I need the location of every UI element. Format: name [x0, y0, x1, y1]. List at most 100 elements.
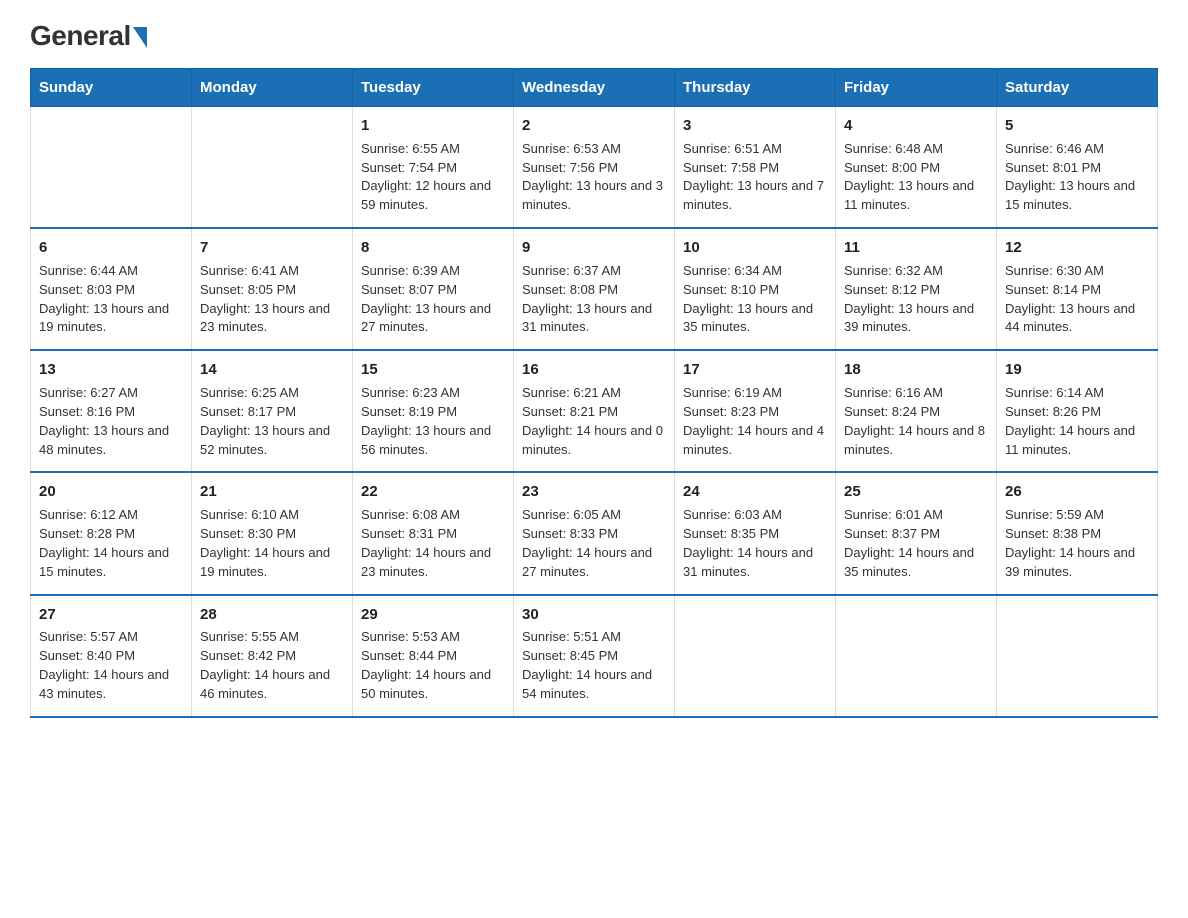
day-number: 23 [522, 481, 666, 503]
calendar-header: SundayMondayTuesdayWednesdayThursdayFrid… [31, 69, 1158, 107]
calendar-cell: 20 Sunrise: 6:12 AMSunset: 8:28 PMDayligh… [31, 472, 192, 594]
calendar-cell: 4 Sunrise: 6:48 AMSunset: 8:00 PMDaylight… [836, 107, 997, 229]
weekday-header-wednesday: Wednesday [514, 69, 675, 107]
weekday-header-sunday: Sunday [31, 69, 192, 107]
calendar-cell [192, 107, 353, 229]
day-info: Sunrise: 5:59 AMSunset: 8:38 PMDaylight:… [1005, 506, 1149, 581]
day-number: 13 [39, 359, 183, 381]
day-number: 29 [361, 604, 505, 626]
calendar-cell [997, 595, 1158, 717]
day-info: Sunrise: 6:51 AMSunset: 7:58 PMDaylight:… [683, 140, 827, 215]
calendar-cell: 17 Sunrise: 6:19 AMSunset: 8:23 PMDayligh… [675, 350, 836, 472]
day-number: 2 [522, 115, 666, 137]
calendar-cell [836, 595, 997, 717]
weekday-header-saturday: Saturday [997, 69, 1158, 107]
day-info: Sunrise: 5:57 AMSunset: 8:40 PMDaylight:… [39, 628, 183, 703]
logo-general: General [30, 20, 147, 52]
calendar-cell: 8 Sunrise: 6:39 AMSunset: 8:07 PMDaylight… [353, 228, 514, 350]
calendar-cell: 9Sunrise: 6:37 AMSunset: 8:08 PMDaylight… [514, 228, 675, 350]
calendar-cell: 7 Sunrise: 6:41 AMSunset: 8:05 PMDaylight… [192, 228, 353, 350]
day-info: Sunrise: 6:44 AMSunset: 8:03 PMDaylight:… [39, 262, 183, 337]
day-number: 5 [1005, 115, 1149, 137]
day-number: 30 [522, 604, 666, 626]
day-number: 26 [1005, 481, 1149, 503]
calendar-cell [31, 107, 192, 229]
calendar-cell: 23Sunrise: 6:05 AMSunset: 8:33 PMDayligh… [514, 472, 675, 594]
page-header: General [30, 20, 1158, 48]
calendar-cell: 11Sunrise: 6:32 AMSunset: 8:12 PMDayligh… [836, 228, 997, 350]
day-number: 15 [361, 359, 505, 381]
calendar-cell: 2Sunrise: 6:53 AMSunset: 7:56 PMDaylight… [514, 107, 675, 229]
calendar-cell [675, 595, 836, 717]
calendar-cell: 22 Sunrise: 6:08 AMSunset: 8:31 PMDayligh… [353, 472, 514, 594]
day-info: Sunrise: 6:10 AMSunset: 8:30 PMDaylight:… [200, 506, 344, 581]
day-info: Sunrise: 6:34 AMSunset: 8:10 PMDaylight:… [683, 262, 827, 337]
week-row: 27Sunrise: 5:57 AMSunset: 8:40 PMDayligh… [31, 595, 1158, 717]
calendar-cell: 12Sunrise: 6:30 AMSunset: 8:14 PMDayligh… [997, 228, 1158, 350]
day-info: Sunrise: 6:48 AMSunset: 8:00 PMDaylight:… [844, 140, 988, 215]
day-info: Sunrise: 6:30 AMSunset: 8:14 PMDaylight:… [1005, 262, 1149, 337]
day-number: 9 [522, 237, 666, 259]
calendar-cell: 28Sunrise: 5:55 AMSunset: 8:42 PMDayligh… [192, 595, 353, 717]
day-info: Sunrise: 6:16 AMSunset: 8:24 PMDaylight:… [844, 384, 988, 459]
calendar-cell: 25 Sunrise: 6:01 AMSunset: 8:37 PMDayligh… [836, 472, 997, 594]
weekday-header-tuesday: Tuesday [353, 69, 514, 107]
calendar-cell: 1 Sunrise: 6:55 AMSunset: 7:54 PMDaylight… [353, 107, 514, 229]
calendar-cell: 13 Sunrise: 6:27 AMSunset: 8:16 PMDayligh… [31, 350, 192, 472]
day-number: 18 [844, 359, 988, 381]
day-number: 10 [683, 237, 827, 259]
day-info: Sunrise: 6:55 AMSunset: 7:54 PMDaylight:… [361, 140, 505, 215]
day-number: 1 [361, 115, 505, 137]
calendar-cell: 18 Sunrise: 6:16 AMSunset: 8:24 PMDayligh… [836, 350, 997, 472]
day-number: 17 [683, 359, 827, 381]
calendar-cell: 24Sunrise: 6:03 AMSunset: 8:35 PMDayligh… [675, 472, 836, 594]
calendar-cell: 10 Sunrise: 6:34 AMSunset: 8:10 PMDayligh… [675, 228, 836, 350]
week-row: 13 Sunrise: 6:27 AMSunset: 8:16 PMDayligh… [31, 350, 1158, 472]
day-info: Sunrise: 6:03 AMSunset: 8:35 PMDaylight:… [683, 506, 827, 581]
calendar-cell: 14Sunrise: 6:25 AMSunset: 8:17 PMDayligh… [192, 350, 353, 472]
weekday-row: SundayMondayTuesdayWednesdayThursdayFrid… [31, 69, 1158, 107]
day-info: Sunrise: 6:21 AMSunset: 8:21 PMDaylight:… [522, 384, 666, 459]
day-info: Sunrise: 5:53 AMSunset: 8:44 PMDaylight:… [361, 628, 505, 703]
day-number: 8 [361, 237, 505, 259]
day-info: Sunrise: 6:23 AMSunset: 8:19 PMDaylight:… [361, 384, 505, 459]
calendar-cell: 6 Sunrise: 6:44 AMSunset: 8:03 PMDaylight… [31, 228, 192, 350]
calendar-body: 1 Sunrise: 6:55 AMSunset: 7:54 PMDaylight… [31, 107, 1158, 717]
weekday-header-thursday: Thursday [675, 69, 836, 107]
calendar-cell: 16Sunrise: 6:21 AMSunset: 8:21 PMDayligh… [514, 350, 675, 472]
calendar-cell: 26 Sunrise: 5:59 AMSunset: 8:38 PMDayligh… [997, 472, 1158, 594]
calendar-cell: 30Sunrise: 5:51 AMSunset: 8:45 PMDayligh… [514, 595, 675, 717]
calendar-cell: 29Sunrise: 5:53 AMSunset: 8:44 PMDayligh… [353, 595, 514, 717]
day-number: 25 [844, 481, 988, 503]
weekday-header-monday: Monday [192, 69, 353, 107]
day-number: 27 [39, 604, 183, 626]
day-info: Sunrise: 6:12 AMSunset: 8:28 PMDaylight:… [39, 506, 183, 581]
day-number: 21 [200, 481, 344, 503]
week-row: 1 Sunrise: 6:55 AMSunset: 7:54 PMDaylight… [31, 107, 1158, 229]
calendar-cell: 19Sunrise: 6:14 AMSunset: 8:26 PMDayligh… [997, 350, 1158, 472]
logo: General [30, 20, 147, 48]
day-number: 3 [683, 115, 827, 137]
calendar-cell: 27Sunrise: 5:57 AMSunset: 8:40 PMDayligh… [31, 595, 192, 717]
day-info: Sunrise: 6:39 AMSunset: 8:07 PMDaylight:… [361, 262, 505, 337]
calendar-cell: 15 Sunrise: 6:23 AMSunset: 8:19 PMDayligh… [353, 350, 514, 472]
day-info: Sunrise: 6:19 AMSunset: 8:23 PMDaylight:… [683, 384, 827, 459]
day-info: Sunrise: 6:41 AMSunset: 8:05 PMDaylight:… [200, 262, 344, 337]
calendar-table: SundayMondayTuesdayWednesdayThursdayFrid… [30, 68, 1158, 718]
day-info: Sunrise: 5:51 AMSunset: 8:45 PMDaylight:… [522, 628, 666, 703]
day-info: Sunrise: 6:27 AMSunset: 8:16 PMDaylight:… [39, 384, 183, 459]
day-info: Sunrise: 6:25 AMSunset: 8:17 PMDaylight:… [200, 384, 344, 459]
week-row: 6 Sunrise: 6:44 AMSunset: 8:03 PMDaylight… [31, 228, 1158, 350]
day-number: 7 [200, 237, 344, 259]
day-number: 6 [39, 237, 183, 259]
day-number: 4 [844, 115, 988, 137]
day-info: Sunrise: 6:14 AMSunset: 8:26 PMDaylight:… [1005, 384, 1149, 459]
week-row: 20 Sunrise: 6:12 AMSunset: 8:28 PMDayligh… [31, 472, 1158, 594]
calendar-cell: 21 Sunrise: 6:10 AMSunset: 8:30 PMDayligh… [192, 472, 353, 594]
day-number: 22 [361, 481, 505, 503]
calendar-cell: 3 Sunrise: 6:51 AMSunset: 7:58 PMDaylight… [675, 107, 836, 229]
day-number: 11 [844, 237, 988, 259]
day-info: Sunrise: 6:01 AMSunset: 8:37 PMDaylight:… [844, 506, 988, 581]
day-info: Sunrise: 6:08 AMSunset: 8:31 PMDaylight:… [361, 506, 505, 581]
day-number: 20 [39, 481, 183, 503]
